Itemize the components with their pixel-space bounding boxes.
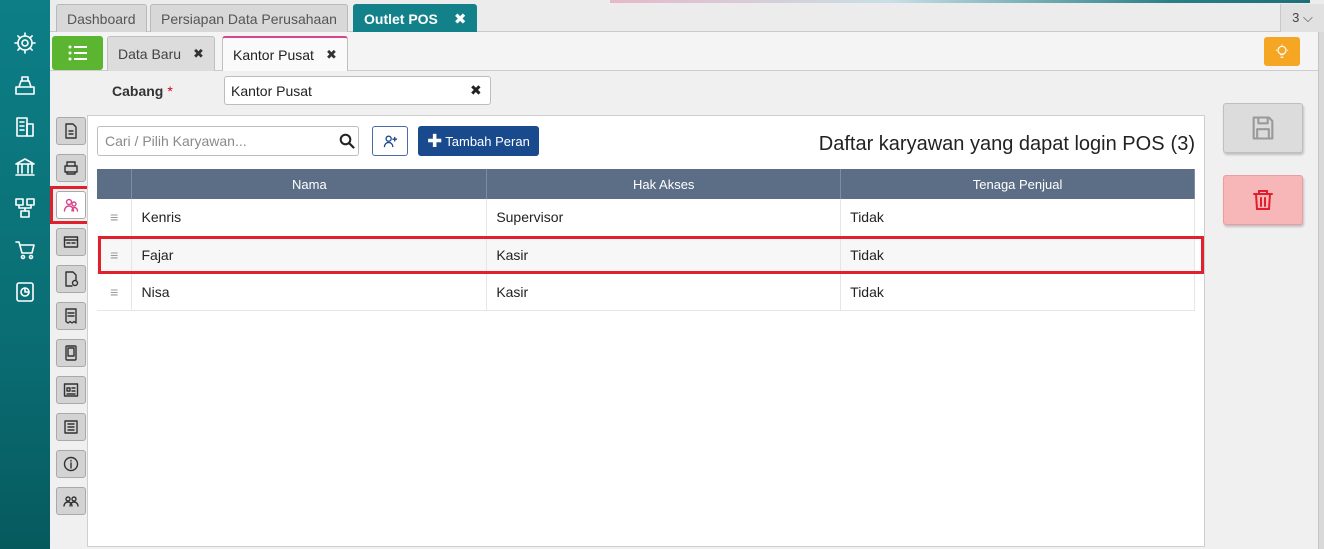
- list-title: Daftar karyawan yang dapat login POS (3): [819, 133, 1195, 156]
- column-header-tenaga-penjual[interactable]: Tenaga Penjual: [840, 169, 1195, 199]
- cell-tenaga-penjual: Tidak: [840, 199, 1195, 237]
- sub-tab-bar: Data Baru ✖ Kantor Pusat ✖: [50, 32, 1318, 71]
- tab-label: Kantor Pusat: [233, 46, 314, 63]
- column-header-nama[interactable]: Nama: [131, 169, 488, 199]
- tool-selection-highlight: [50, 186, 92, 224]
- add-user-icon: [383, 134, 397, 147]
- document-icon: [65, 123, 77, 139]
- form-icon: [63, 236, 79, 248]
- cell-nama: Kenris: [131, 199, 488, 237]
- tab-kantor-pusat[interactable]: Kantor Pusat ✖: [222, 36, 348, 71]
- top-tab-bar: Dashboard Persiapan Data Perusahaan Outl…: [50, 0, 1324, 32]
- table-row[interactable]: ≡ Nisa Kasir Tidak: [97, 273, 1195, 311]
- close-icon[interactable]: ✖: [326, 47, 337, 63]
- add-role-label: Tambah Peran: [445, 133, 530, 149]
- tab-label: Data Baru: [118, 46, 182, 62]
- tool-info[interactable]: [56, 450, 86, 478]
- tool-list[interactable]: [56, 413, 86, 441]
- lightbulb-icon: [1275, 44, 1289, 58]
- tablet-icon: [65, 345, 77, 361]
- delete-button[interactable]: [1223, 175, 1303, 225]
- save-button[interactable]: [1223, 103, 1303, 153]
- tool-form[interactable]: [56, 228, 86, 256]
- tool-printer[interactable]: [56, 154, 86, 182]
- tool-settings-doc[interactable]: [56, 265, 86, 293]
- close-icon[interactable]: ✖: [454, 10, 467, 28]
- employee-panel: ✚ Tambah Peran Daftar karyawan yang dapa…: [87, 115, 1205, 547]
- group-icon: [63, 496, 79, 507]
- top-accent-stripe: [610, 0, 1310, 3]
- list-title-text: Daftar karyawan yang dapat login POS: [818, 133, 1165, 155]
- cell-hak-akses: Kasir: [486, 273, 842, 311]
- add-role-button[interactable]: ✚ Tambah Peran: [418, 126, 539, 156]
- tab-dashboard[interactable]: Dashboard: [56, 4, 147, 32]
- left-rail: [0, 0, 50, 549]
- receipt-icon: [65, 308, 77, 324]
- tab-data-baru[interactable]: Data Baru ✖: [107, 36, 215, 71]
- close-icon[interactable]: ✖: [193, 46, 204, 62]
- display-icon: [63, 383, 79, 397]
- report-icon[interactable]: [11, 278, 39, 306]
- table-row[interactable]: ≡ Kenris Supervisor Tidak: [97, 199, 1195, 237]
- tool-group[interactable]: [56, 487, 86, 515]
- branch-label-text: Cabang: [112, 83, 164, 99]
- tool-receipt[interactable]: [56, 302, 86, 330]
- settings-doc-icon: [65, 271, 79, 287]
- table-header-row: Nama Hak Akses Tenaga Penjual: [97, 169, 1195, 199]
- building-icon[interactable]: [11, 113, 39, 141]
- search-icon[interactable]: [339, 133, 355, 149]
- tab-label: Persiapan Data Perusahaan: [161, 10, 337, 27]
- info-icon: [63, 456, 79, 472]
- clear-icon[interactable]: ✖: [470, 82, 482, 99]
- tool-tablet[interactable]: [56, 339, 86, 367]
- plus-icon: ✚: [427, 131, 443, 151]
- branch-select[interactable]: Kantor Pusat: [224, 76, 491, 105]
- required-marker: *: [167, 83, 173, 99]
- right-scroll-edge: [1318, 32, 1324, 549]
- tab-label: Dashboard: [67, 10, 136, 27]
- list-menu-icon: [68, 45, 87, 61]
- printer-icon: [64, 161, 78, 175]
- gear-icon[interactable]: [11, 29, 39, 57]
- tab-count-dropdown[interactable]: 3 ⌵: [1280, 4, 1324, 32]
- trash-icon: [1253, 190, 1273, 210]
- list-count: (3): [1170, 133, 1195, 155]
- tab-outlet-pos[interactable]: Outlet POS ✖: [353, 4, 478, 32]
- list-icon: [64, 420, 78, 434]
- tips-button[interactable]: [1264, 37, 1300, 66]
- cashier-icon[interactable]: [11, 71, 39, 99]
- cell-tenaga-penjual: Tidak: [840, 273, 1195, 311]
- column-header-hak-akses[interactable]: Hak Akses: [486, 169, 842, 199]
- network-icon[interactable]: [11, 194, 39, 222]
- cell-nama: Nisa: [131, 273, 488, 311]
- bank-icon[interactable]: [11, 153, 39, 181]
- tool-display[interactable]: [56, 376, 86, 404]
- drag-handle-icon[interactable]: ≡: [97, 273, 133, 311]
- tab-label: Outlet POS: [364, 10, 438, 27]
- cart-icon[interactable]: [11, 236, 39, 264]
- handle-header: [97, 169, 133, 199]
- cell-hak-akses: Supervisor: [486, 199, 842, 237]
- add-employee-button[interactable]: [372, 126, 408, 156]
- drag-handle-icon[interactable]: ≡: [97, 199, 133, 237]
- employee-search-input[interactable]: [97, 126, 359, 156]
- menu-list-button[interactable]: [52, 36, 103, 70]
- tab-persiapan-data-perusahaan[interactable]: Persiapan Data Perusahaan: [150, 4, 348, 32]
- tool-document[interactable]: [56, 117, 86, 145]
- save-icon: [1252, 116, 1274, 140]
- row-selection-highlight: [98, 236, 1204, 274]
- branch-label: Cabang *: [112, 83, 173, 99]
